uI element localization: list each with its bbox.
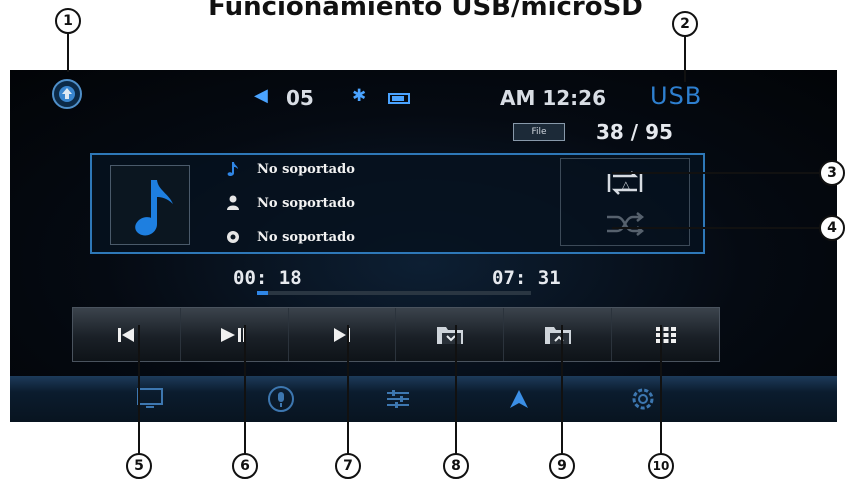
person-icon <box>224 195 242 211</box>
callout-4-line <box>612 227 822 229</box>
grid-icon <box>655 326 676 343</box>
album-art <box>110 165 190 245</box>
microphone-icon <box>268 386 294 412</box>
source-label[interactable]: USB <box>650 82 702 110</box>
screen-icon <box>137 388 163 408</box>
volume-level: 05 <box>286 86 314 110</box>
nav-voice-button[interactable] <box>263 384 299 414</box>
navigation-icon <box>510 390 528 408</box>
shuffle-icon <box>607 212 645 236</box>
callout-2-line <box>684 32 686 82</box>
clock: AM 12:26 <box>500 86 607 110</box>
nav-settings-button[interactable] <box>625 384 661 414</box>
battery-icon <box>388 93 410 104</box>
callout-9: 9 <box>549 453 575 479</box>
home-button[interactable] <box>52 79 82 109</box>
progress-fill <box>257 291 268 295</box>
folder-down-icon <box>436 326 463 344</box>
callout-8: 8 <box>443 453 469 479</box>
callout-3-line <box>612 172 822 174</box>
artist-name: No soportado <box>257 195 355 211</box>
previous-icon <box>118 327 135 342</box>
folder-up-button[interactable] <box>504 308 613 361</box>
bluetooth-icon: ✱ <box>352 86 367 106</box>
album-row: No soportado <box>224 226 355 248</box>
equalizer-icon <box>387 390 409 408</box>
callout-1: 1 <box>55 8 81 34</box>
status-bar: ◀ 05 ✱ AM 12:26 USB <box>10 70 837 122</box>
head-unit-screen: ◀ 05 ✱ AM 12:26 USB File 38 / 95 No sopo… <box>10 70 837 422</box>
folder-down-button[interactable] <box>396 308 505 361</box>
callout-5-line <box>138 325 140 455</box>
album-name: No soportado <box>257 229 355 245</box>
callout-5: 5 <box>126 453 152 479</box>
callout-10-line <box>660 325 662 455</box>
bottom-nav-bar <box>10 376 837 422</box>
playback-controls <box>72 307 720 362</box>
callout-2: 2 <box>672 11 698 37</box>
speaker-icon: ◀ <box>254 85 268 106</box>
callout-10: 10 <box>648 453 674 479</box>
nav-equalizer-button[interactable] <box>380 384 416 414</box>
callout-4: 4 <box>819 215 845 241</box>
callout-1-line <box>67 30 69 72</box>
callout-6: 6 <box>232 453 258 479</box>
play-pause-button[interactable] <box>181 308 289 361</box>
music-note-icon <box>135 180 173 236</box>
progress-bar[interactable] <box>257 291 531 295</box>
total-time: 07: 31 <box>492 267 561 289</box>
callout-6-line <box>244 325 246 455</box>
artist-row: No soportado <box>224 192 355 214</box>
elapsed-time: 00: 18 <box>233 267 302 289</box>
callout-3: 3 <box>819 160 845 186</box>
next-icon <box>334 327 351 342</box>
page-title: Funcionamiento USB/microSD <box>208 0 643 22</box>
repeat-button[interactable]: △ <box>569 164 681 202</box>
next-button[interactable] <box>289 308 397 361</box>
shuffle-button[interactable] <box>569 205 681 243</box>
track-info-panel: No soportado No soportado No soportado △ <box>90 153 705 254</box>
track-title: No soportado <box>257 161 355 177</box>
track-title-row: No soportado <box>224 158 355 180</box>
up-arrow-icon <box>59 86 75 102</box>
callout-8-line <box>455 325 457 455</box>
svg-text:△: △ <box>622 180 630 191</box>
callout-7-line <box>347 325 349 455</box>
disc-icon <box>224 230 242 244</box>
nav-navigation-button[interactable] <box>501 384 537 414</box>
callout-7: 7 <box>335 453 361 479</box>
file-counter: 38 / 95 <box>596 120 673 144</box>
note-icon <box>224 161 242 177</box>
callout-9-line <box>561 325 563 455</box>
previous-button[interactable] <box>73 308 181 361</box>
file-tag: File <box>513 123 565 141</box>
menu-button[interactable] <box>612 308 719 361</box>
settings-icon <box>632 388 654 410</box>
folder-up-icon <box>544 326 571 344</box>
